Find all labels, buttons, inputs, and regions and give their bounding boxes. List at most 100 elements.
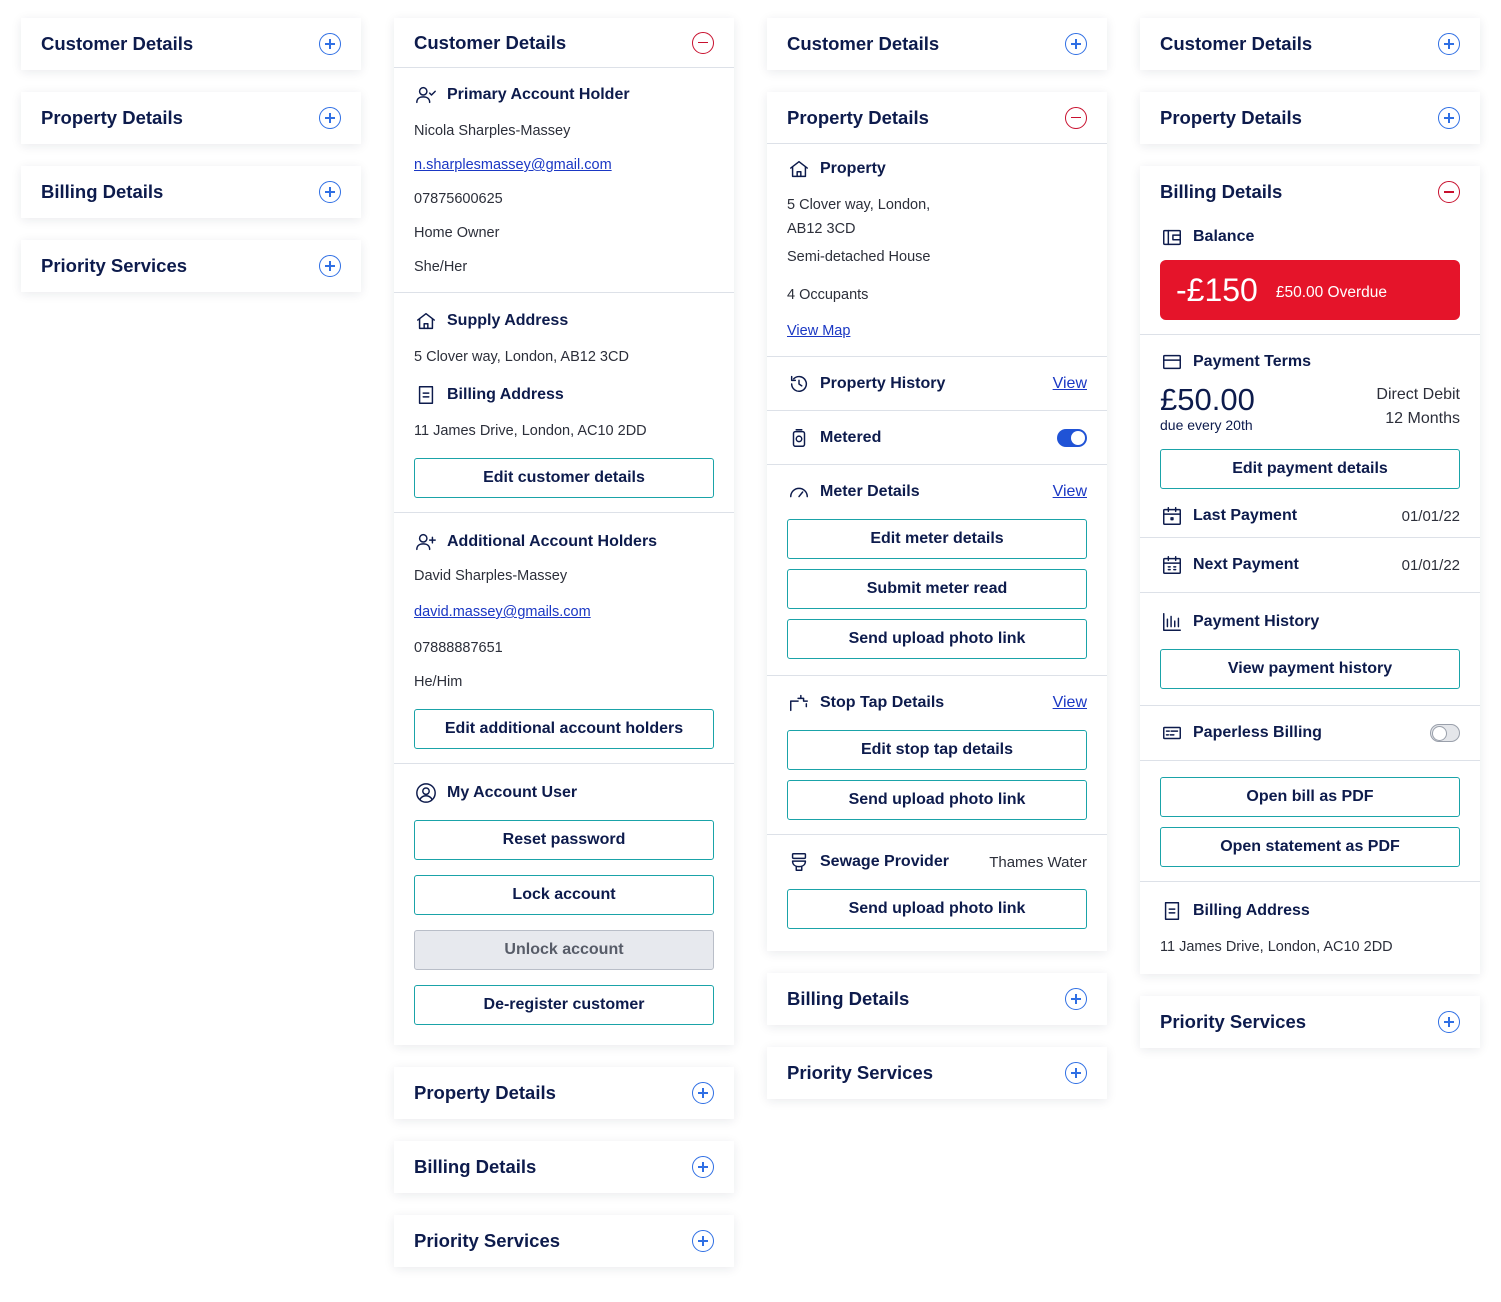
plus-circle-icon[interactable] [319, 107, 341, 129]
additional-account-holders-section: Additional Account Holders David Sharple… [394, 513, 734, 764]
paperless-billing-section: Paperless Billing [1140, 706, 1480, 761]
metered-toggle[interactable] [1057, 429, 1087, 447]
next-payment-section: Next Payment 01/01/22 [1140, 538, 1480, 593]
plus-circle-icon[interactable] [692, 1230, 714, 1252]
document-icon [414, 383, 438, 407]
plus-circle-icon[interactable] [319, 33, 341, 55]
section-heading: Sewage Provider Thames Water [787, 849, 1087, 875]
paperless-billing-toggle[interactable] [1430, 724, 1460, 742]
holder-role: Home Owner [414, 225, 500, 241]
plus-circle-icon[interactable] [1065, 1062, 1087, 1084]
minus-circle-icon[interactable] [1438, 181, 1460, 203]
primary-account-holder-section: Primary Account Holder Nicola Sharples-M… [394, 68, 734, 293]
payment-period: 12 Months [1385, 410, 1460, 427]
meter-details-section: Meter Details View Edit meter details Su… [767, 465, 1107, 676]
minus-circle-icon[interactable] [1065, 106, 1087, 129]
column-customer-expanded: Customer Details Primary Account Holder … [394, 18, 734, 1289]
lock-account-button[interactable]: Lock account [414, 875, 714, 915]
stop-tap-view-link[interactable]: View [1053, 694, 1087, 712]
open-statement-pdf-button[interactable]: Open statement as PDF [1160, 827, 1460, 867]
property-occupants: 4 Occupants [787, 287, 869, 303]
accordion-header[interactable]: Priority Services [767, 1047, 1107, 1099]
meter-icon [787, 426, 811, 450]
accordion-billing-details: Billing Details [767, 973, 1107, 1025]
accordion-header[interactable]: Billing Details [767, 973, 1107, 1025]
reset-password-button[interactable]: Reset password [414, 820, 714, 860]
accordion-header[interactable]: Customer Details [767, 18, 1107, 70]
accordion-title: Priority Services [1160, 1011, 1307, 1032]
edit-stop-tap-details-button[interactable]: Edit stop tap details [787, 730, 1087, 770]
section-title: Primary Account Holder [447, 86, 630, 103]
accordion-header[interactable]: Property Details [767, 92, 1107, 144]
meter-details-view-link[interactable]: View [1053, 483, 1087, 501]
unlock-account-button[interactable]: Unlock account [414, 930, 714, 970]
accordion-header[interactable]: Billing Details [1140, 166, 1480, 218]
view-payment-history-button[interactable]: View payment history [1160, 649, 1460, 689]
plus-circle-icon[interactable] [1438, 107, 1460, 129]
edit-customer-details-button[interactable]: Edit customer details [414, 458, 714, 498]
send-upload-photo-link-button[interactable]: Send upload photo link [787, 889, 1087, 929]
tap-icon [787, 691, 811, 715]
view-map-link[interactable]: View Map [787, 320, 1087, 342]
section-title: Property History [820, 375, 946, 392]
property-address-line-2: AB12 3CD [787, 221, 856, 237]
accordion-header[interactable]: Property Details [21, 92, 361, 144]
plus-circle-icon[interactable] [692, 1082, 714, 1104]
minus-circle-icon[interactable] [692, 31, 714, 54]
holder-pronouns: She/Her [414, 259, 468, 275]
accordion-priority-services: Priority Services [394, 1215, 734, 1267]
payment-terms-section: Payment Terms £50.00 due every 20th Dire… [1140, 335, 1480, 538]
edit-additional-holders-button[interactable]: Edit additional account holders [414, 709, 714, 749]
billing-address-value: 11 James Drive, London, AC10 2DD [1160, 939, 1393, 955]
accordion-property-details: Property Details [21, 92, 361, 144]
accordion-header[interactable]: Customer Details [21, 18, 361, 70]
home-icon [787, 157, 811, 181]
accordion-header[interactable]: Billing Details [21, 166, 361, 218]
payment-amount: £50.00 [1160, 382, 1255, 417]
open-bill-pdf-button[interactable]: Open bill as PDF [1160, 777, 1460, 817]
accordion-header[interactable]: Priority Services [394, 1215, 734, 1267]
addresses-section: Supply Address 5 Clover way, London, AB1… [394, 293, 734, 513]
accordion-title: Billing Details [414, 1156, 537, 1177]
property-type: Semi-detached House [787, 249, 931, 265]
plus-circle-icon[interactable] [319, 181, 341, 203]
additional-holder-email-link[interactable]: david.massey@gmails.com [414, 601, 714, 623]
last-payment-date: 01/01/22 [1401, 507, 1460, 525]
accordion-priority-services: Priority Services [21, 240, 361, 292]
plus-circle-icon[interactable] [1065, 988, 1087, 1010]
accordion-title: Customer Details [414, 31, 567, 53]
accordion-header[interactable]: Property Details [1140, 92, 1480, 144]
accordion-customer-details: Customer Details [1140, 18, 1480, 70]
plus-circle-icon[interactable] [692, 1156, 714, 1178]
overdue-amount: £50.00 Overdue [1275, 284, 1388, 301]
section-title: Balance [1193, 228, 1255, 245]
calendar-icon [1160, 504, 1184, 528]
metered-section: Metered [767, 411, 1107, 465]
accordion-header[interactable]: Property Details [394, 1067, 734, 1119]
section-title: Property [820, 160, 886, 177]
accordion-header[interactable]: Priority Services [21, 240, 361, 292]
accordion-title: Customer Details [41, 33, 194, 54]
property-history-view-link[interactable]: View [1053, 375, 1087, 393]
section-heading: Meter Details View [787, 479, 1087, 505]
accordion-header[interactable]: Priority Services [1140, 996, 1480, 1048]
holder-email-link[interactable]: n.sharplesmassey@gmail.com [414, 154, 714, 176]
plus-circle-icon[interactable] [319, 255, 341, 277]
plus-circle-icon[interactable] [1065, 33, 1087, 55]
billing-address-section: Billing Address 11 James Drive, London, … [1140, 882, 1480, 974]
edit-payment-details-button[interactable]: Edit payment details [1160, 449, 1460, 489]
submit-meter-read-button[interactable]: Submit meter read [787, 569, 1087, 609]
edit-meter-details-button[interactable]: Edit meter details [787, 519, 1087, 559]
send-upload-photo-link-button[interactable]: Send upload photo link [787, 780, 1087, 820]
plus-circle-icon[interactable] [1438, 33, 1460, 55]
send-upload-photo-link-button[interactable]: Send upload photo link [787, 619, 1087, 659]
plus-circle-icon[interactable] [1438, 1011, 1460, 1033]
balance-banner: -£150 £50.00 Overdue [1160, 260, 1460, 320]
deregister-customer-button[interactable]: De-register customer [414, 985, 714, 1025]
accordion-billing-details: Billing Details [21, 166, 361, 218]
accordion-header[interactable]: Billing Details [394, 1141, 734, 1193]
accordion-header[interactable]: Customer Details [394, 18, 734, 68]
section-heading: Property History View [787, 371, 1087, 397]
accordion-header[interactable]: Customer Details [1140, 18, 1480, 70]
accordion-title: Priority Services [787, 1062, 934, 1083]
